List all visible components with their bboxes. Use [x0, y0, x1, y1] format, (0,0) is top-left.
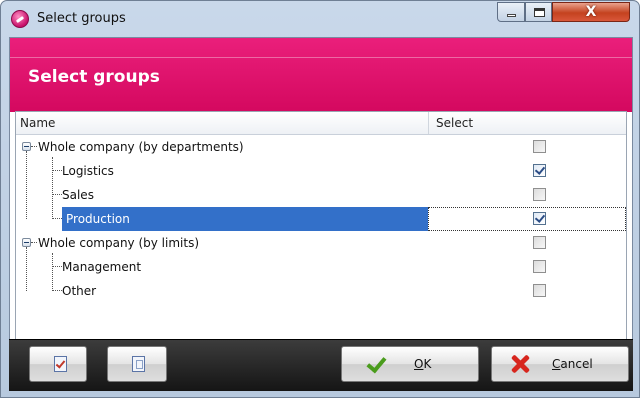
select-checkbox[interactable] [533, 284, 546, 297]
tree-row-label: Whole company (by departments) [38, 140, 244, 154]
collapse-icon[interactable] [22, 142, 31, 151]
tree-row-label: Other [62, 284, 97, 298]
select-checkbox[interactable] [533, 140, 546, 153]
tree-connector [52, 253, 53, 291]
title-bar[interactable]: Select groups X [1, 1, 639, 37]
banner-title: Select groups [28, 67, 160, 87]
tree-connector [26, 247, 27, 291]
tree-row-label: Sales [62, 188, 94, 202]
tree-connector [31, 242, 37, 243]
uncheck-all-button[interactable] [107, 346, 167, 382]
tree-row[interactable]: Logistics [16, 159, 626, 183]
select-cell[interactable] [428, 255, 626, 279]
uncheck-all-icon [132, 356, 145, 372]
select-cell[interactable] [428, 279, 626, 303]
tree-row-label: Management [62, 260, 142, 274]
tree-row[interactable]: Sales [16, 183, 626, 207]
tree-connector [52, 194, 62, 195]
select-checkbox[interactable] [533, 164, 546, 177]
tree-row-label: Whole company (by limits) [38, 236, 200, 250]
column-header-select[interactable]: Select [436, 112, 473, 134]
cancel-button[interactable]: Cancel [491, 346, 629, 382]
cancel-x-icon [510, 354, 530, 374]
tree-connector [52, 218, 62, 219]
select-cell[interactable] [428, 207, 626, 231]
ok-check-icon [364, 354, 388, 374]
grid-header: Name Select [16, 112, 626, 135]
select-cell[interactable] [428, 183, 626, 207]
minimize-button[interactable] [497, 2, 525, 22]
select-checkbox[interactable] [533, 212, 546, 225]
tree-row[interactable]: Other [16, 279, 626, 303]
tree-connector [52, 290, 62, 291]
maximize-button[interactable] [525, 2, 552, 22]
tree-connector [52, 266, 62, 267]
tree-connector [52, 157, 53, 219]
check-all-icon [54, 356, 67, 372]
tree-connector [31, 146, 37, 147]
cancel-label: Cancel [552, 357, 593, 371]
select-cell[interactable] [428, 159, 626, 183]
header-banner: Select groups [10, 38, 632, 112]
collapse-icon[interactable] [22, 238, 31, 247]
bottom-toolbar: OK Cancel [9, 339, 633, 391]
tree-connector [52, 170, 62, 171]
check-all-button[interactable] [29, 346, 87, 382]
close-icon: X [585, 4, 597, 20]
select-checkbox[interactable] [533, 260, 546, 273]
column-header-name[interactable]: Name [20, 112, 55, 134]
tree-row[interactable]: Whole company (by limits) [16, 231, 626, 255]
select-cell[interactable] [428, 135, 626, 159]
window-title: Select groups [37, 11, 126, 26]
tree-row[interactable]: Management [16, 255, 626, 279]
select-cell[interactable] [428, 231, 626, 255]
ok-button[interactable]: OK [341, 346, 479, 382]
tree-row-label: Production [62, 207, 428, 231]
tree-row[interactable]: Whole company (by departments) [16, 135, 626, 159]
tree-connector [26, 151, 27, 219]
app-icon [11, 10, 29, 28]
close-button[interactable]: X [552, 2, 630, 22]
select-checkbox[interactable] [533, 188, 546, 201]
ok-label: OK [414, 357, 432, 371]
select-groups-window: Select groups X Select groups Name Selec… [0, 0, 640, 398]
select-checkbox[interactable] [533, 236, 546, 249]
minimize-icon [507, 14, 516, 17]
banner-divider [10, 57, 632, 58]
maximize-icon [534, 8, 545, 17]
column-separator[interactable] [428, 112, 429, 134]
tree-row[interactable]: Production [16, 207, 626, 231]
groups-tree-grid[interactable]: Name Select Whole company (by department… [15, 111, 627, 341]
tree-row-label: Logistics [62, 164, 114, 178]
